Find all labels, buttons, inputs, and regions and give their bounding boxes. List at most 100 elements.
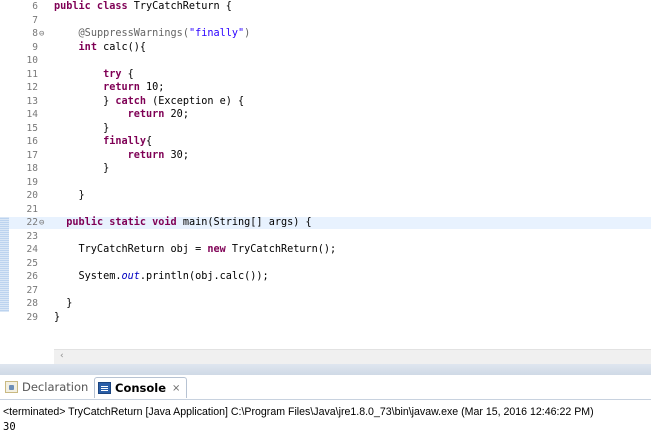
code-token: 30; — [170, 149, 189, 161]
line-number: 13 — [26, 95, 38, 107]
code-text: finally{ — [54, 136, 152, 148]
code-line[interactable]: 25 — [0, 258, 651, 270]
code-text: @SuppressWarnings("finally") — [54, 28, 251, 40]
code-token: .println(obj.calc()); — [139, 271, 269, 282]
code-token: TryCatchReturn { — [133, 1, 232, 12]
line-number: 24 — [26, 244, 38, 255]
tab-declaration-label: Declaration — [22, 380, 89, 394]
line-number: 20 — [26, 190, 38, 201]
code-line[interactable]: 19 — [0, 177, 651, 189]
line-number: 26 — [26, 271, 38, 282]
code-line[interactable]: 29} — [0, 312, 651, 324]
code-line[interactable]: 10 — [0, 55, 651, 67]
code-token: TryCatchReturn obj = — [54, 244, 208, 255]
code-line[interactable]: 24 TryCatchReturn obj = new TryCatchRetu… — [0, 244, 651, 256]
code-line[interactable]: 17 return 30; — [0, 150, 651, 162]
code-line[interactable]: 22 ⊖ public static void main(String[] arg… — [0, 217, 651, 229]
code-text: System.out.println(obj.calc()); — [54, 271, 269, 283]
code-token: } — [54, 298, 73, 309]
line-number: 28 — [26, 298, 38, 309]
code-line[interactable]: 18 } — [0, 163, 651, 175]
code-token: 10; — [146, 82, 165, 93]
code-token: main(String[] args) { — [182, 217, 312, 228]
code-token: } — [54, 122, 110, 134]
line-number: 8 — [32, 28, 38, 39]
code-line[interactable]: 13 } catch (Exception e) { — [0, 96, 651, 108]
console-icon — [98, 382, 111, 394]
code-line[interactable]: 7 — [0, 15, 651, 27]
line-number: 11 — [26, 68, 38, 80]
code-text: } — [54, 190, 85, 202]
bottom-panel-tabbar: Declaration Console ⨯ — [0, 375, 651, 400]
code-line[interactable]: 20 } — [0, 190, 651, 202]
code-line[interactable]: 23 — [0, 231, 651, 243]
line-number: 25 — [26, 257, 38, 269]
close-icon[interactable]: ⨯ — [172, 383, 180, 394]
line-number: 19 — [26, 176, 38, 188]
code-token: catch — [115, 95, 153, 107]
selection-marker-bar — [0, 217, 9, 312]
line-number: 16 — [26, 136, 38, 147]
panel-divider[interactable] — [0, 364, 651, 375]
code-token: calc(){ — [103, 41, 147, 53]
code-token: } — [54, 311, 61, 323]
code-line[interactable]: 26 System.out.println(obj.calc()); — [0, 271, 651, 283]
code-line[interactable]: 6 public class TryCatchReturn { — [0, 1, 651, 13]
code-text: } catch (Exception e) { — [54, 96, 244, 108]
code-text: return 20; — [54, 109, 189, 121]
line-number: 29 — [26, 311, 38, 323]
code-text: } — [54, 163, 109, 175]
line-number: 9 — [32, 41, 38, 53]
console-output-line: 30 — [3, 421, 16, 433]
line-number: 12 — [26, 82, 38, 93]
code-line[interactable]: 12 return 10; — [0, 82, 651, 94]
line-number: 7 — [32, 14, 38, 26]
code-token: return — [127, 109, 171, 120]
code-text: } — [54, 123, 109, 135]
line-number: 17 — [26, 149, 38, 161]
code-line[interactable]: 21 — [0, 204, 651, 216]
code-line[interactable]: 9 int calc(){ — [0, 42, 651, 54]
code-line[interactable]: 28 } — [0, 298, 651, 310]
line-number: 23 — [26, 230, 38, 242]
code-token: { — [146, 136, 153, 147]
tab-console-label: Console — [115, 381, 167, 395]
code-line[interactable]: 15 } — [0, 123, 651, 135]
code-token: return — [103, 82, 147, 93]
gutter-bottom — [0, 349, 54, 363]
code-token: 20; — [170, 109, 189, 120]
code-line[interactable]: 16 finally{ — [0, 136, 651, 148]
fold-toggle-icon[interactable]: ⊖ — [39, 28, 49, 40]
code-editor[interactable]: 6 public class TryCatchReturn {7 8 ⊖ @Suppr… — [0, 0, 651, 348]
scroll-left-icon[interactable]: ‹ — [60, 351, 64, 361]
code-token: } — [54, 95, 116, 107]
code-token: public static void — [66, 217, 183, 228]
code-text: } — [54, 298, 72, 310]
code-line[interactable]: 27 — [0, 285, 651, 297]
tab-declaration[interactable]: Declaration — [2, 377, 94, 397]
fold-toggle-icon[interactable]: ⊖ — [39, 217, 49, 229]
line-number: 10 — [26, 55, 38, 66]
code-token: TryCatchReturn(); — [231, 244, 337, 255]
tab-console[interactable]: Console ⨯ — [94, 377, 188, 398]
code-text: } — [54, 312, 60, 324]
code-line[interactable]: 11 try { — [0, 69, 651, 81]
horizontal-scrollbar[interactable]: ‹ — [54, 349, 651, 364]
code-token: return — [127, 149, 171, 161]
code-token: try — [103, 68, 128, 80]
code-line[interactable]: 14 return 20; — [0, 109, 651, 121]
code-text: return 10; — [54, 82, 164, 94]
code-token: new — [207, 244, 232, 255]
line-number: 21 — [26, 203, 38, 215]
console-output-area[interactable]: <terminated> TryCatchReturn [Java Applic… — [0, 400, 651, 442]
code-token: finally — [103, 136, 147, 147]
code-token: ) — [244, 28, 251, 39]
line-number: 14 — [26, 109, 38, 120]
code-token: } — [54, 163, 110, 174]
code-line[interactable]: 8 ⊖ @SuppressWarnings("finally") — [0, 28, 651, 40]
